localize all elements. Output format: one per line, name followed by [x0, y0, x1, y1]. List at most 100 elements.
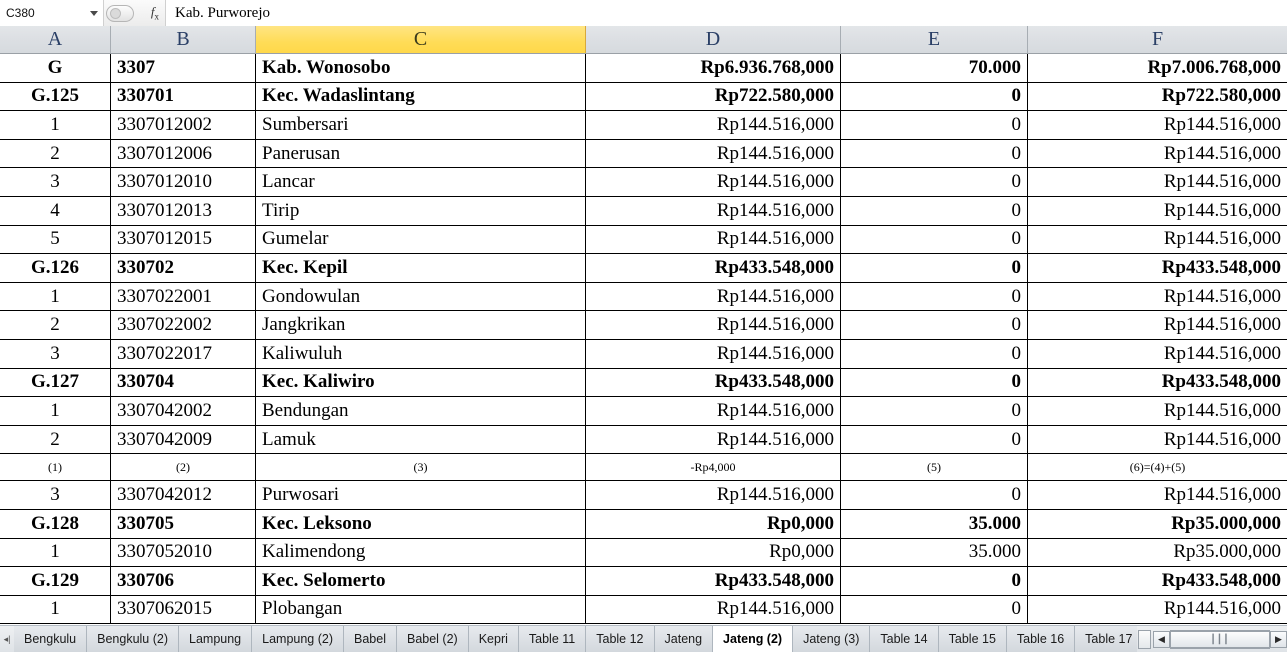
scrollbar-track[interactable]: ┃┃┃ — [1170, 629, 1270, 649]
tab-nav-prev-icon[interactable]: ◂| — [0, 626, 14, 652]
cell-f-12[interactable]: Rp433.548,000 — [1028, 369, 1287, 397]
table-row[interactable]: 3 3307022017 Kaliwuluh Rp144.516,000 0 Rp144.… — [0, 339, 1287, 369]
column-header-d[interactable]: D — [586, 26, 841, 53]
cell-f-5[interactable]: Rp144.516,000 — [1028, 168, 1287, 196]
cell-f-14[interactable]: Rp144.516,000 — [1028, 426, 1287, 454]
cell-c-18[interactable]: Kalimendong — [256, 538, 586, 567]
cell-d-18[interactable]: Rp0,000 — [586, 538, 841, 567]
table-row[interactable]: 1 3307052010 Kalimendong Rp0,000 35.000 Rp35.… — [0, 538, 1287, 568]
cell-d-11[interactable]: Rp144.516,000 — [586, 339, 841, 368]
table-row[interactable]: 4 3307012013 Tirip Rp144.516,000 0 Rp144.516,… — [0, 196, 1287, 226]
table-row[interactable]: G.129 330706 Kec. Selomerto Rp433.548,000 0 R… — [0, 567, 1287, 596]
cell-c-8[interactable]: Kec. Kepil — [256, 254, 586, 282]
table-row[interactable]: G.127 330704 Kec. Kaliwiro Rp433.548,000 0 Rp… — [0, 368, 1287, 398]
cell-a-17[interactable]: G.128 — [0, 509, 111, 538]
cell-b-3[interactable]: 3307012002 — [111, 111, 256, 139]
cell-b-8[interactable]: 330702 — [111, 254, 256, 282]
cell-e-16[interactable]: 0 — [841, 481, 1028, 509]
cell-c-13[interactable]: Bendungan — [256, 397, 586, 425]
cell-c-15[interactable]: (3) — [256, 454, 586, 481]
cell-f-7[interactable]: Rp144.516,000 — [1028, 226, 1287, 254]
cell-e-4[interactable]: 0 — [841, 139, 1028, 168]
sheet-tab-kepri[interactable]: Kepri — [467, 626, 519, 652]
cell-b-12[interactable]: 330704 — [111, 368, 256, 397]
cell-b-4[interactable]: 3307012006 — [111, 139, 256, 168]
cell-c-7[interactable]: Gumelar — [256, 225, 586, 254]
cell-d-5[interactable]: Rp144.516,000 — [586, 168, 841, 196]
cell-a-15[interactable]: (1) — [0, 454, 111, 481]
cell-b-5[interactable]: 3307012010 — [111, 168, 256, 196]
cell-f-10[interactable]: Rp144.516,000 — [1028, 311, 1287, 339]
cell-c-9[interactable]: Gondowulan — [256, 282, 586, 311]
cell-a-9[interactable]: 1 — [0, 282, 111, 311]
cell-d-10[interactable]: Rp144.516,000 — [586, 311, 841, 339]
cell-a-1[interactable]: G — [0, 54, 111, 82]
cell-f-3[interactable]: Rp144.516,000 — [1028, 111, 1287, 139]
cell-a-13[interactable]: 1 — [0, 397, 111, 425]
table-row[interactable]: 3 3307012010 Lancar Rp144.516,000 0 Rp144.516… — [0, 168, 1287, 197]
cell-f-20[interactable]: Rp144.516,000 — [1028, 596, 1287, 624]
cell-b-15[interactable]: (2) — [111, 454, 256, 481]
cell-a-6[interactable]: 4 — [0, 196, 111, 225]
cell-c-2[interactable]: Kec. Wadaslintang — [256, 82, 586, 111]
cell-f-8[interactable]: Rp433.548,000 — [1028, 254, 1287, 282]
cell-b-19[interactable]: 330706 — [111, 567, 256, 595]
cell-c-14[interactable]: Lamuk — [256, 425, 586, 454]
sheet-tab-jateng-2[interactable]: Jateng (2) — [712, 626, 794, 652]
cell-e-1[interactable]: 70.000 — [841, 54, 1028, 82]
cell-d-13[interactable]: Rp144.516,000 — [586, 397, 841, 425]
sheet-tab-bengkulu[interactable]: Bengkulu — [14, 626, 88, 652]
table-row[interactable]: 1 3307012002 Sumbersari Rp144.516,000 0 Rp144… — [0, 111, 1287, 140]
cell-d-1[interactable]: Rp6.936.768,000 — [586, 54, 841, 82]
cell-f-2[interactable]: Rp722.580,000 — [1028, 83, 1287, 111]
cell-d-9[interactable]: Rp144.516,000 — [586, 282, 841, 311]
sheet-tab-table-17[interactable]: Table 17 — [1074, 626, 1137, 652]
sheet-tabs[interactable]: Bengkulu Bengkulu (2) Lampung Lampung (2) Ba… — [14, 626, 1137, 652]
table-row[interactable]: G.125 330701 Kec. Wadaslintang Rp722.580,00… — [0, 82, 1287, 112]
cell-b-6[interactable]: 3307012013 — [111, 196, 256, 225]
sheet-tab-table-15[interactable]: Table 15 — [937, 626, 1007, 652]
cell-d-7[interactable]: Rp144.516,000 — [586, 225, 841, 254]
table-row[interactable]: 2 3307042009 Lamuk Rp144.516,000 0 Rp144.516,… — [0, 425, 1287, 455]
cell-f-19[interactable]: Rp433.548,000 — [1028, 567, 1287, 595]
table-row[interactable]: 3 3307042012 Purwosari Rp144.516,000 0 Rp144.… — [0, 481, 1287, 510]
cell-b-13[interactable]: 3307042002 — [111, 397, 256, 425]
cell-a-4[interactable]: 2 — [0, 139, 111, 168]
cell-f-17[interactable]: Rp35.000,000 — [1028, 510, 1287, 538]
split-handle[interactable] — [1138, 629, 1151, 649]
table-row[interactable]: 5 3307012015 Gumelar Rp144.516,000 0 Rp144.51… — [0, 225, 1287, 255]
cell-b-14[interactable]: 3307042009 — [111, 425, 256, 454]
cell-e-13[interactable]: 0 — [841, 397, 1028, 425]
cell-a-20[interactable]: 1 — [0, 595, 111, 624]
name-box[interactable]: C380 — [0, 0, 104, 26]
cell-d-8[interactable]: Rp433.548,000 — [586, 254, 841, 282]
cell-e-9[interactable]: 0 — [841, 282, 1028, 311]
cell-f-13[interactable]: Rp144.516,000 — [1028, 397, 1287, 425]
table-row[interactable]: G 3307 Kab. Wonosobo Rp6.936.768,000 70.000 R… — [0, 54, 1287, 83]
cancel-enter-buttons[interactable] — [106, 4, 134, 22]
cell-f-18[interactable]: Rp35.000,000 — [1028, 539, 1287, 567]
cell-d-12[interactable]: Rp433.548,000 — [586, 368, 841, 397]
table-row[interactable]: 1 3307022001 Gondowulan Rp144.516,000 0 Rp144… — [0, 282, 1287, 312]
cell-e-19[interactable]: 0 — [841, 567, 1028, 595]
sheet-tab-jateng-3[interactable]: Jateng (3) — [792, 626, 871, 652]
cell-b-16[interactable]: 3307042012 — [111, 481, 256, 509]
cell-c-6[interactable]: Tirip — [256, 196, 586, 225]
table-row[interactable]: 2 3307022002 Jangkrikan Rp144.516,000 0 Rp144… — [0, 311, 1287, 340]
sheet-tab-table-16[interactable]: Table 16 — [1005, 626, 1076, 652]
cell-b-1[interactable]: 3307 — [111, 54, 256, 82]
cell-c-5[interactable]: Lancar — [256, 168, 586, 196]
sheet-tab-lampung-2[interactable]: Lampung (2) — [251, 626, 344, 652]
cell-f-16[interactable]: Rp144.516,000 — [1028, 481, 1287, 509]
cell-f-9[interactable]: Rp144.516,000 — [1028, 283, 1287, 311]
cell-a-7[interactable]: 5 — [0, 225, 111, 254]
cell-b-9[interactable]: 3307022001 — [111, 282, 256, 311]
cell-d-3[interactable]: Rp144.516,000 — [586, 111, 841, 139]
cell-c-10[interactable]: Jangkrikan — [256, 311, 586, 339]
cell-d-17[interactable]: Rp0,000 — [586, 509, 841, 538]
cell-b-11[interactable]: 3307022017 — [111, 339, 256, 368]
spreadsheet-grid[interactable]: G 3307 Kab. Wonosobo Rp6.936.768,000 70.000 R… — [0, 54, 1287, 625]
table-row[interactable]: (1) (2) (3) -Rp4,000 (5) (6)=(4)+(5) — [0, 454, 1287, 482]
cell-c-4[interactable]: Panerusan — [256, 139, 586, 168]
cell-e-12[interactable]: 0 — [841, 368, 1028, 397]
